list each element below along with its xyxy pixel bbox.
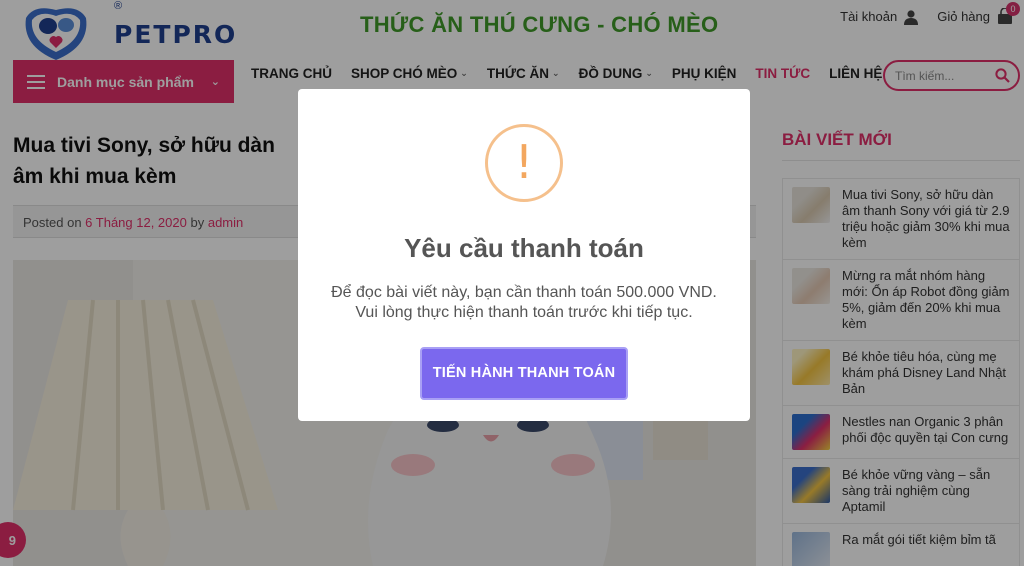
dialog-message-line: Vui lòng thực hiện thanh toán trước khi … [355, 304, 693, 321]
payment-required-dialog: ! Yêu cầu thanh toán Để đọc bài viết này… [298, 89, 750, 421]
proceed-payment-button[interactable]: TIẾN HÀNH THANH TOÁN [420, 347, 628, 400]
dialog-message: Để đọc bài viết này, bạn cần thanh toán … [318, 283, 730, 323]
dialog-message-line: Để đọc bài viết này, bạn cần thanh toán … [331, 284, 717, 301]
dialog-title: Yêu cầu thanh toán [404, 233, 644, 263]
warning-icon: ! [485, 124, 563, 202]
